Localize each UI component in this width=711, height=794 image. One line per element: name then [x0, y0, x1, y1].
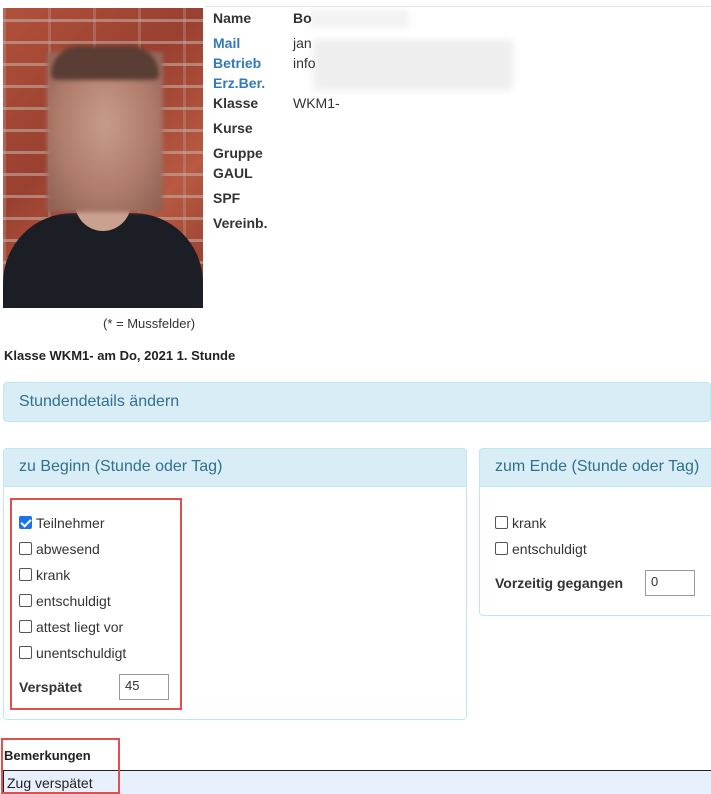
- label-unentschuldigt: unentschuldigt: [36, 645, 127, 661]
- label-name: Name: [213, 10, 252, 26]
- mussfelder-note: (* = Mussfelder): [103, 316, 196, 331]
- beginn-panel-header: zu Beginn (Stunde oder Tag): [3, 448, 467, 487]
- label-verspaetet: Verspätet: [19, 679, 83, 695]
- value-mail: jan: [293, 35, 312, 51]
- verspaetet-input[interactable]: 45: [119, 674, 169, 700]
- beginn-panel-title: zu Beginn (Stunde oder Tag): [19, 458, 223, 475]
- value-name: Bo: [293, 10, 312, 26]
- checkbox-attest[interactable]: [19, 620, 32, 633]
- label-vereinb: Vereinb.: [213, 215, 268, 231]
- checkbox-krank-ende[interactable]: [495, 516, 508, 529]
- label-teilnehmer: Teilnehmer: [36, 515, 105, 531]
- contact-redaction: [313, 40, 513, 90]
- label-spf: SPF: [213, 190, 241, 206]
- label-entschuldigt-ende: entschuldigt: [512, 541, 587, 557]
- lesson-title: Klasse WKM1- am Do, 2021 1. Stunde: [4, 348, 236, 363]
- label-gruppe: Gruppe: [213, 145, 263, 161]
- checkbox-teilnehmer[interactable]: [19, 516, 32, 529]
- ende-panel-title: zum Ende (Stunde oder Tag): [495, 458, 700, 475]
- student-photo: [3, 8, 203, 308]
- label-krank-beginn: krank: [36, 567, 71, 583]
- bemerkungen-label: Bemerkungen: [4, 748, 91, 763]
- label-abwesend: abwesend: [36, 541, 100, 557]
- checkbox-abwesend[interactable]: [19, 542, 32, 555]
- label-klasse: Klasse: [213, 95, 259, 111]
- name-redaction: [309, 10, 409, 28]
- label-betrieb-link[interactable]: Betrieb: [213, 55, 261, 71]
- vorzeitig-input[interactable]: 0: [645, 570, 695, 596]
- value-betrieb: info: [293, 55, 316, 71]
- value-klasse: WKM1-: [293, 95, 340, 111]
- checkbox-krank-beginn[interactable]: [19, 568, 32, 581]
- bemerkungen-field[interactable]: Zug verspätet: [3, 770, 711, 794]
- ende-panel-header: zum Ende (Stunde oder Tag): [479, 448, 711, 487]
- stundendetails-panel-header[interactable]: Stundendetails ändern: [3, 382, 711, 422]
- photo-hair: [51, 46, 159, 80]
- checkbox-entschuldigt-ende[interactable]: [495, 542, 508, 555]
- label-kurse: Kurse: [213, 120, 253, 136]
- label-entschuldigt-beginn: entschuldigt: [36, 593, 111, 609]
- checkbox-unentschuldigt[interactable]: [19, 646, 32, 659]
- label-mail-link[interactable]: Mail: [213, 35, 240, 51]
- label-gaul: GAUL: [213, 165, 253, 181]
- stundendetails-title: Stundendetails ändern: [19, 393, 180, 410]
- top-divider: [205, 6, 711, 7]
- label-attest: attest liegt vor: [36, 619, 124, 635]
- checkbox-entschuldigt-beginn[interactable]: [19, 594, 32, 607]
- label-vorzeitig: Vorzeitig gegangen: [495, 575, 624, 591]
- label-erzber-link[interactable]: Erz.Ber.: [213, 75, 265, 91]
- label-krank-ende: krank: [512, 515, 547, 531]
